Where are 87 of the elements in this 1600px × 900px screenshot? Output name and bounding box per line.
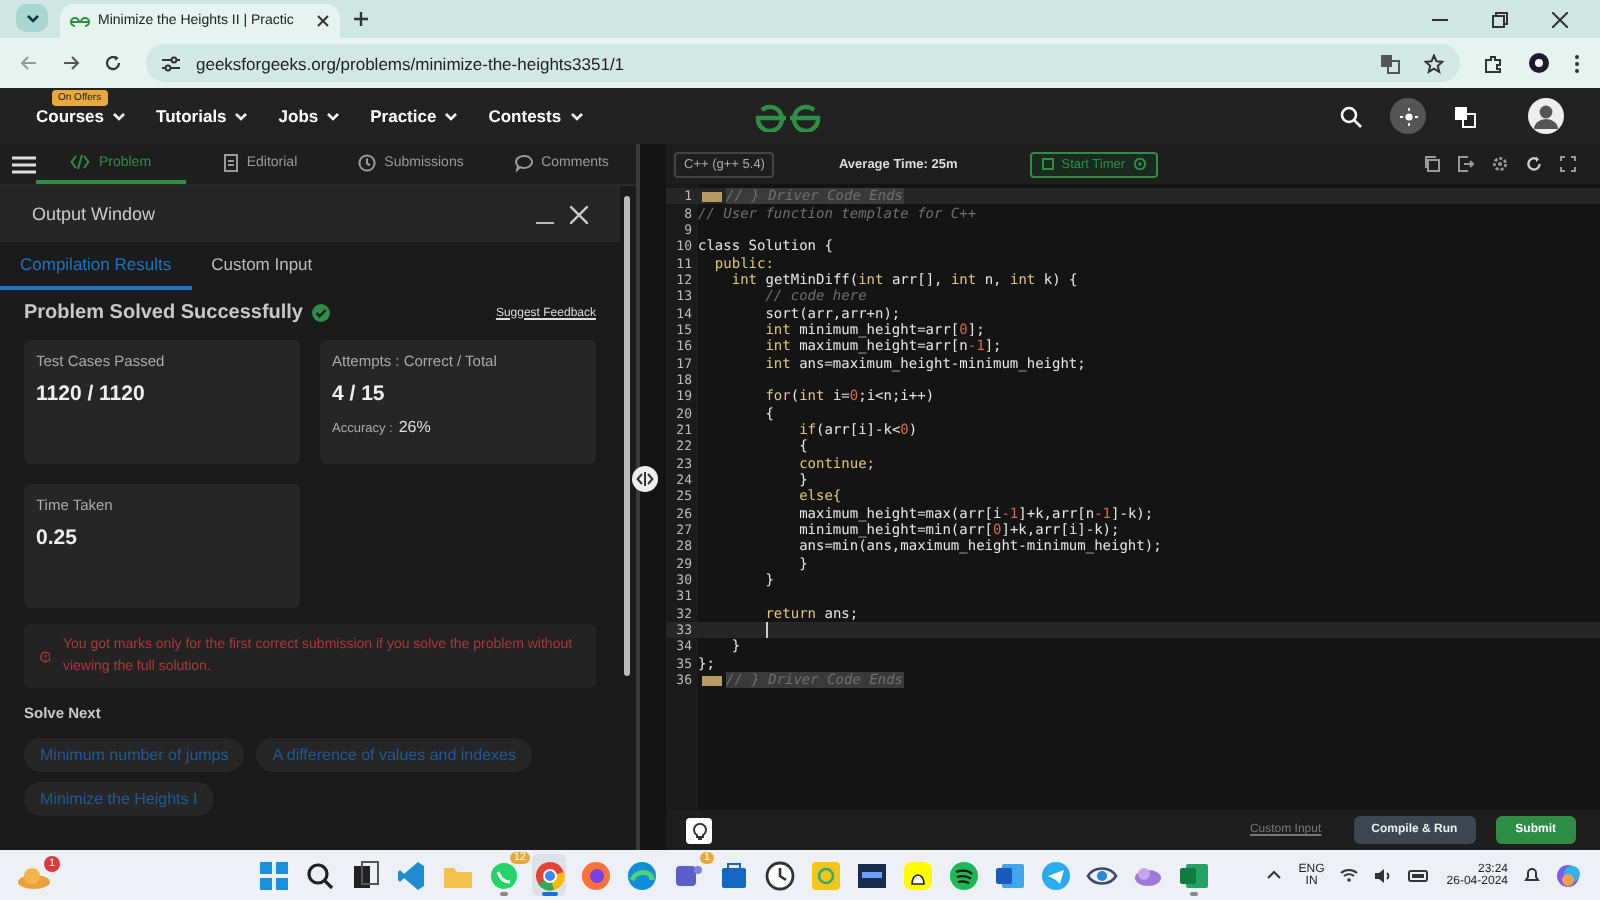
reset-icon[interactable] xyxy=(1526,156,1542,172)
running-indicator xyxy=(541,892,557,896)
fold-marker-icon[interactable] xyxy=(702,675,722,686)
resize-handle[interactable] xyxy=(632,466,658,492)
timer-icon xyxy=(1041,158,1054,170)
windows-icon[interactable] xyxy=(257,859,289,891)
extensions-icon[interactable] xyxy=(1484,53,1504,73)
store-icon[interactable] xyxy=(717,859,749,891)
fullscreen-icon[interactable] xyxy=(1560,156,1576,172)
status-message: Problem Solved Successfully xyxy=(24,302,303,324)
translate-icon[interactable] xyxy=(1454,105,1476,127)
stat-value: 1120 / 1120 xyxy=(36,382,147,406)
chevron-up-icon[interactable] xyxy=(1266,870,1283,880)
battery-icon[interactable] xyxy=(1408,869,1431,881)
assistant-icon[interactable] xyxy=(1556,861,1584,889)
resize-icon xyxy=(636,472,654,486)
sun-icon xyxy=(1399,107,1417,125)
copy-icon[interactable] xyxy=(1424,156,1440,172)
nav-menu[interactable]: Practice xyxy=(370,106,459,126)
hint-button[interactable] xyxy=(686,817,712,843)
wave-browser-icon[interactable] xyxy=(625,859,657,891)
document-app-icon[interactable] xyxy=(993,859,1025,891)
fold-marker-icon[interactable] xyxy=(702,191,722,202)
fox-browser-icon[interactable] xyxy=(579,859,611,891)
running-indicator xyxy=(499,892,507,896)
stat-value: 4 / 15 xyxy=(332,382,387,406)
caret-icon xyxy=(326,111,341,121)
caret-icon xyxy=(25,13,39,23)
nav-menu[interactable]: Tutorials xyxy=(156,106,249,126)
running-indicator xyxy=(1189,892,1197,896)
speaker-icon[interactable] xyxy=(1374,867,1393,883)
site-settings-icon xyxy=(162,55,180,71)
output-tab[interactable]: Custom Input xyxy=(191,242,333,290)
browser-icon[interactable] xyxy=(533,859,565,891)
caret-icon xyxy=(112,111,127,121)
address-bar[interactable]: geeksforgeeks.org/problems/minimize-the-heights3351/1 xyxy=(146,44,1460,82)
music-icon[interactable] xyxy=(947,859,979,891)
document-icon xyxy=(224,153,239,171)
profile-icon[interactable] xyxy=(1528,52,1550,74)
clock-icon[interactable] xyxy=(763,859,795,891)
output-tab[interactable]: Compilation Results xyxy=(0,242,192,290)
avatar-icon[interactable] xyxy=(1528,98,1564,134)
nav-menu[interactable]: Jobs xyxy=(278,106,341,126)
caret-icon xyxy=(234,111,249,121)
window-title: Output Window xyxy=(32,204,156,224)
wifi-icon[interactable] xyxy=(1340,868,1359,882)
new-tab-icon[interactable] xyxy=(352,10,370,28)
favicon-icon xyxy=(70,15,90,27)
search-icon[interactable] xyxy=(1340,105,1362,127)
note-icon[interactable] xyxy=(809,859,841,891)
url-text: geeksforgeeks.org/problems/minimize-the-heights3351/1 xyxy=(196,53,625,73)
caret-icon xyxy=(569,111,584,121)
search-icon[interactable] xyxy=(303,859,335,891)
stat-value: 0.25 xyxy=(36,526,79,550)
restore-icon[interactable] xyxy=(1492,11,1508,27)
bell-icon[interactable] xyxy=(1524,866,1540,884)
nav-menu[interactable]: Courses xyxy=(36,106,127,126)
check-icon xyxy=(311,304,329,322)
info-icon xyxy=(40,649,51,664)
ghost-icon[interactable] xyxy=(901,859,933,891)
task-view-icon[interactable] xyxy=(349,859,381,891)
menu-icon[interactable] xyxy=(1574,53,1580,73)
comment-icon xyxy=(513,153,534,171)
close-icon[interactable] xyxy=(1552,11,1568,27)
scrollbar[interactable] xyxy=(624,196,630,676)
close-icon[interactable] xyxy=(316,14,330,28)
caret-icon xyxy=(444,111,459,121)
text-cursor xyxy=(766,622,768,639)
clock-icon xyxy=(358,153,377,171)
dark-app-icon[interactable] xyxy=(855,859,887,891)
settings-icon[interactable] xyxy=(1492,156,1508,172)
spreadsheet-app-icon[interactable] xyxy=(1177,859,1209,891)
tab-list-button[interactable] xyxy=(16,4,48,32)
menu-icon[interactable] xyxy=(12,155,36,173)
code-icon xyxy=(70,154,91,170)
export-icon[interactable] xyxy=(1458,156,1474,172)
reload-icon[interactable] xyxy=(104,54,122,72)
bulb-icon xyxy=(691,821,707,839)
paper-plane-icon[interactable] xyxy=(1039,859,1071,891)
logo-icon[interactable] xyxy=(754,104,822,132)
theme-toggle[interactable] xyxy=(1390,98,1426,134)
forward-icon[interactable] xyxy=(62,54,80,72)
accuracy-value: 26% xyxy=(398,418,431,436)
star-icon[interactable] xyxy=(1424,53,1444,73)
code-editor-icon[interactable] xyxy=(395,859,427,891)
nav-menu[interactable]: Contests xyxy=(488,106,584,126)
play-icon xyxy=(1133,158,1146,170)
